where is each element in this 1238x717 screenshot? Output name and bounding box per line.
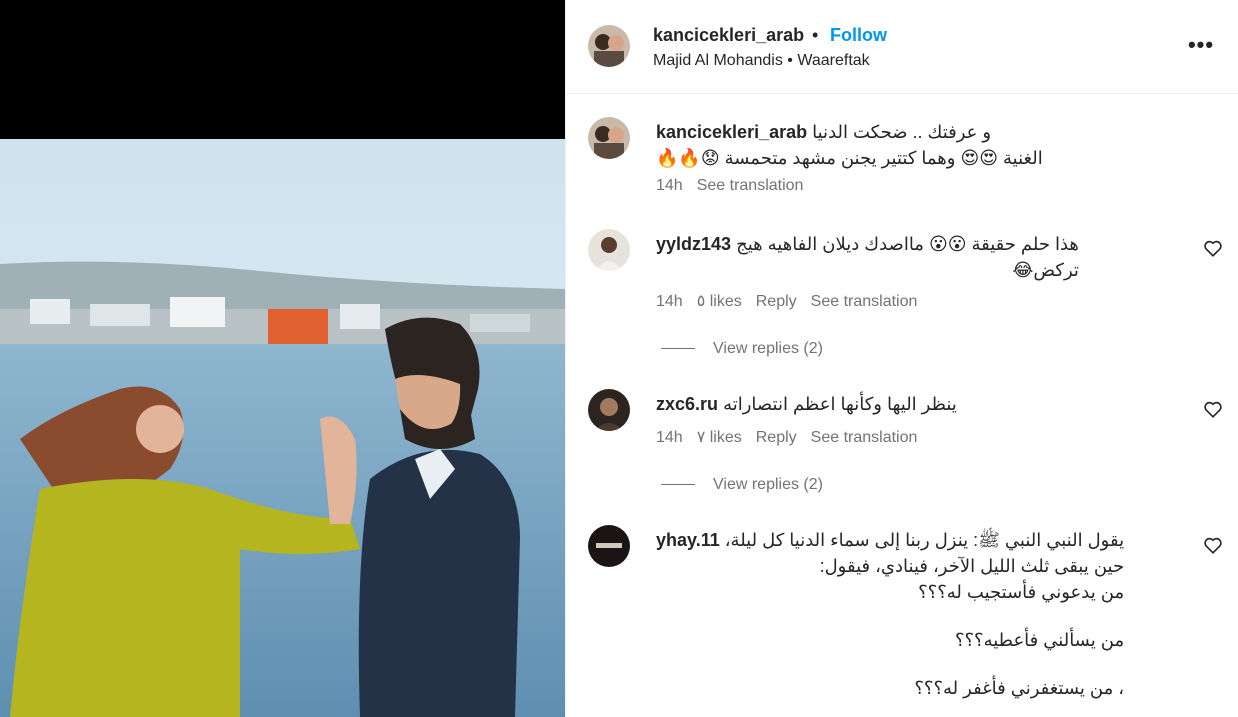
comment-line-3: من يدعوني فأستجيب له؟؟؟ <box>918 582 1125 602</box>
view-replies-label: View replies (2) <box>713 340 823 357</box>
comment-reply-button[interactable]: Reply <box>756 429 797 446</box>
comment-reply-button[interactable]: Reply <box>756 293 797 310</box>
comment-line-2: حين يبقى ثلث الليل الآخر، فينادي، فيقول: <box>819 556 1125 576</box>
caption-see-translation-button[interactable]: See translation <box>697 177 804 194</box>
comment-username[interactable]: yhay.11 <box>656 530 720 550</box>
like-comment-heart-icon[interactable] <box>1202 398 1224 420</box>
caption-text: kancicekleri_arab و عرفتك .. ضحكت الدنيا… <box>656 119 1043 171</box>
view-replies-button[interactable]: View replies (2) <box>661 340 823 358</box>
post-details-panel: kancicekleri_arab • Follow Majid Al Moha… <box>565 0 1238 717</box>
author-username[interactable]: kancicekleri_arab <box>653 25 804 46</box>
caption-author-avatar[interactable] <box>588 117 630 159</box>
comment-meta: 14h ٥ likes Reply See translation <box>656 291 931 311</box>
caption-time: 14h <box>656 177 683 194</box>
comment-likes-button[interactable]: ٧ likes <box>697 429 742 446</box>
more-options-icon[interactable]: ••• <box>1186 30 1216 60</box>
view-replies-label: View replies (2) <box>713 476 823 493</box>
comment-text: zxc6.ru ينظر اليها وكأنها اعظم انتصاراته <box>656 391 957 417</box>
replies-divider-line <box>661 348 695 350</box>
post-header: kancicekleri_arab • Follow Majid Al Moha… <box>566 0 1238 94</box>
comment-line-1: ينظر اليها وكأنها اعظم انتصاراته <box>723 394 957 414</box>
comment-likes-button[interactable]: ٥ likes <box>697 293 742 310</box>
video-frame[interactable] <box>0 139 565 717</box>
like-comment-heart-icon[interactable] <box>1202 534 1224 556</box>
follow-button[interactable]: Follow <box>830 25 887 46</box>
view-replies-button[interactable]: View replies (2) <box>661 476 823 494</box>
comment-username[interactable]: zxc6.ru <box>656 394 718 414</box>
comment-time: 14h <box>656 293 683 310</box>
comment-time: 14h <box>656 429 683 446</box>
comment-line-1: هذا حلم حقيقة 😮😮 مااصدك ديلان الفاهيه هي… <box>736 234 1079 254</box>
comment-line-5: ، من يستغفرني فأغفر له؟؟؟ <box>914 678 1125 698</box>
comment-text: yhay.11 يقول النبي النبي ﷺ: ينزل ربنا إل… <box>656 527 1124 701</box>
comment-see-translation-button[interactable]: See translation <box>811 429 918 446</box>
caption-line-1: و عرفتك .. ضحكت الدنيا <box>812 122 992 142</box>
comment-username[interactable]: yyldz143 <box>656 234 731 254</box>
caption-meta: 14h See translation <box>656 177 817 195</box>
caption-username[interactable]: kancicekleri_arab <box>656 122 807 142</box>
author-avatar[interactable] <box>588 25 630 67</box>
post-media[interactable] <box>0 0 565 717</box>
comment-meta: 14h ٧ likes Reply See translation <box>656 427 931 447</box>
comment-line-1: يقول النبي النبي ﷺ: ينزل ربنا إلى سماء ا… <box>724 530 1125 550</box>
caption-line-2: الغنية 😍😍 وهما كتتير يجنن مشهد متحمسة 😟🔥… <box>656 148 1043 168</box>
commenter-avatar[interactable] <box>588 525 630 567</box>
comment-line-4: من يسألني فأعطيه؟؟؟ <box>954 630 1125 650</box>
comment-see-translation-button[interactable]: See translation <box>811 293 918 310</box>
header-separator: • <box>812 25 819 45</box>
audio-track-link[interactable]: Majid Al Mohandis • Waareftak <box>653 52 870 70</box>
replies-divider-line <box>661 484 695 486</box>
commenter-avatar[interactable] <box>588 229 630 271</box>
like-comment-heart-icon[interactable] <box>1202 237 1224 259</box>
commenter-avatar[interactable] <box>588 389 630 431</box>
comment-text: yyldz143 هذا حلم حقيقة 😮😮 مااصدك ديلان ا… <box>656 231 1079 283</box>
video-scene-image <box>0 139 565 717</box>
comment-line-2: تركض😂 <box>1012 260 1079 280</box>
